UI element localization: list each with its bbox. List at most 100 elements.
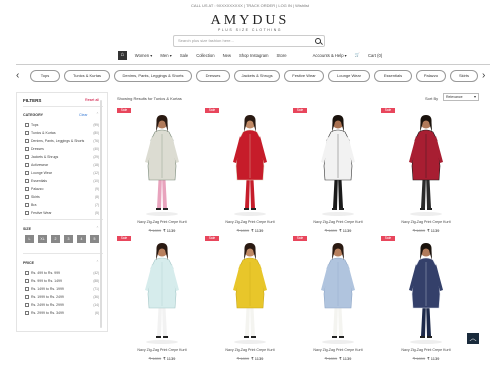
checkbox[interactable] [25, 279, 29, 283]
product-name[interactable]: Navy Zig-Zag Print Crepe Kurti [117, 220, 207, 224]
product-name[interactable]: Navy Zig-Zag Print Crepe Kurti [205, 220, 295, 224]
nav-item-account[interactable]: Accounts & Help ▾ [313, 53, 347, 58]
chevron-up-icon[interactable]: ⌃ [96, 260, 99, 264]
nav-item-new[interactable]: New [223, 53, 231, 58]
checkbox[interactable] [25, 195, 29, 199]
nav-item-sale[interactable]: Sale [180, 53, 188, 58]
product-image[interactable] [293, 110, 383, 218]
home-icon[interactable]: ⌂ [117, 50, 127, 60]
chevron-up-icon[interactable]: ⌃ [96, 112, 99, 116]
nav-item-store[interactable]: Store [277, 53, 287, 58]
checkbox[interactable] [25, 131, 29, 135]
option-label: Bra [31, 203, 37, 207]
category-pill-skirts[interactable]: Skirts [450, 70, 478, 82]
scroll-to-top-button[interactable]: ︿ [467, 333, 479, 344]
top-utility-bar[interactable]: CALL US AT : 9XXXXXXXXX | TRACK ORDER | … [0, 0, 500, 12]
checkbox[interactable] [25, 303, 29, 307]
product-image[interactable] [381, 238, 471, 346]
size-option[interactable]: 2 [51, 235, 60, 243]
reset-filters-link[interactable]: Reset all [85, 98, 99, 102]
category-pill-lounge[interactable]: Lounge Wear [328, 70, 370, 82]
size-option[interactable]: L [25, 235, 34, 243]
product-name[interactable]: Navy Zig-Zag Print Crepe Kurti [381, 348, 471, 352]
nav-item-shop-instagram[interactable]: Shop Instagram [239, 53, 269, 58]
checkbox[interactable] [25, 171, 29, 175]
brand-logo[interactable]: AMYDUS [0, 13, 500, 29]
category-filter-title: CATEGORY [23, 113, 43, 117]
product-image[interactable] [293, 238, 383, 346]
checkbox[interactable] [25, 311, 29, 315]
option-count: (12) [93, 171, 99, 176]
category-pill-palazzo[interactable]: Palazzo [416, 70, 446, 82]
product-name[interactable]: Navy Zig-Zag Print Crepe Kurti [293, 220, 383, 224]
checkbox[interactable] [25, 187, 29, 191]
product-card[interactable]: Sale Navy Zig-Zag Print Crepe Kurti ₹ 1899… [293, 108, 383, 248]
sort-label: Sort By [425, 96, 439, 101]
nav-divider [16, 64, 490, 65]
search-input[interactable]: Search plus size fashion here... [173, 35, 325, 47]
chevron-up-icon[interactable]: ⌃ [96, 226, 99, 230]
checkbox[interactable] [25, 179, 29, 183]
product-card[interactable]: Sale Navy Zig-Zag Print Crepe Kurti ₹ 1899… [117, 108, 207, 248]
product-image[interactable] [381, 110, 471, 218]
search-icon[interactable] [315, 38, 321, 44]
product-name[interactable]: Navy Zig-Zag Print Crepe Kurti [293, 348, 383, 352]
checkbox[interactable] [25, 203, 29, 207]
category-clear-link[interactable]: Clear [79, 113, 88, 117]
product-name[interactable]: Navy Zig-Zag Print Crepe Kurti [117, 348, 207, 352]
option-label: Tunics & Kurtas [31, 131, 56, 135]
sidebar-scrollbar[interactable] [100, 100, 102, 328]
size-option[interactable]: 4 [77, 235, 86, 243]
category-pill-essentials[interactable]: Essentials [374, 70, 412, 82]
category-pill-festive[interactable]: Festive Wear [284, 70, 324, 82]
category-pill-tunics[interactable]: Tunics & Kurtas [64, 70, 110, 82]
checkbox[interactable] [25, 155, 29, 159]
checkbox[interactable] [25, 123, 29, 127]
checkbox[interactable] [25, 139, 29, 143]
sale-price: ₹ 1139 [163, 228, 176, 233]
option-label: Skirts [31, 195, 40, 199]
product-image[interactable] [117, 110, 207, 218]
checkbox[interactable] [25, 147, 29, 151]
product-image[interactable] [205, 110, 295, 218]
product-price: ₹ 1899 ₹ 1139 [293, 228, 383, 233]
category-pill-tops[interactable]: Tops [30, 70, 60, 82]
product-image[interactable] [205, 238, 295, 346]
product-card[interactable]: Sale Navy Zig-Zag Print Crepe Kurti ₹ 1899… [205, 236, 295, 376]
cart-icon[interactable]: 🛒 [355, 52, 360, 58]
checkbox[interactable] [25, 271, 29, 275]
category-pill-denims[interactable]: Denims, Pants, Leggings & Shorts [114, 70, 192, 82]
option-count: (40) [93, 147, 99, 152]
chevron-left-icon[interactable]: ‹ [16, 69, 19, 83]
option-label: Rs. 2999 to Rs. 3499 [31, 311, 64, 315]
nav-item-men[interactable]: Men ▾ [160, 53, 171, 58]
checkbox[interactable] [25, 211, 29, 215]
nav-item-women[interactable]: Women ▾ [135, 53, 153, 58]
product-name[interactable]: Navy Zig-Zag Print Crepe Kurti [205, 348, 295, 352]
sort-dropdown[interactable]: Relevance [443, 93, 479, 101]
checkbox[interactable] [25, 295, 29, 299]
product-card[interactable]: Sale Navy Zig-Zag Print Crepe Kurti ₹ 1899… [117, 236, 207, 376]
brand-tagline: PLUS SIZE CLOTHING [218, 28, 282, 32]
size-option[interactable]: 5 [90, 235, 99, 243]
size-option[interactable]: 3 [64, 235, 73, 243]
category-pill-dresses[interactable]: Dresses [196, 70, 230, 82]
option-label: Rs. 499 to Rs. 999 [31, 271, 60, 275]
nav-item-collection[interactable]: Collection [196, 53, 214, 58]
product-card[interactable]: Sale Navy Zig-Zag Print Crepe Kurti ₹ 1899… [381, 108, 471, 248]
product-name[interactable]: Navy Zig-Zag Print Crepe Kurti [381, 220, 471, 224]
category-pill-jackets[interactable]: Jackets & Shrugs [234, 70, 280, 82]
product-card[interactable]: Sale Navy Zig-Zag Print Crepe Kurti ₹ 1899… [381, 236, 471, 376]
results-summary: Showing Results for Tunics & Kurtas [117, 96, 182, 101]
checkbox[interactable] [25, 287, 29, 291]
chevron-right-icon[interactable]: › [482, 69, 485, 83]
checkbox[interactable] [25, 163, 29, 167]
size-option[interactable]: XL [38, 235, 47, 243]
cart-label[interactable]: Cart (0) [368, 53, 382, 58]
product-card[interactable]: Sale Navy Zig-Zag Print Crepe Kurti ₹ 1899… [293, 236, 383, 376]
product-card[interactable]: Sale Navy Zig-Zag Print Crepe Kurti ₹ 1899… [205, 108, 295, 248]
size-filter-title: SIZE [23, 227, 31, 231]
option-label: Rs. 2499 to Rs. 2999 [31, 303, 64, 307]
product-price: ₹ 1899 ₹ 1139 [205, 356, 295, 361]
product-image[interactable] [117, 238, 207, 346]
